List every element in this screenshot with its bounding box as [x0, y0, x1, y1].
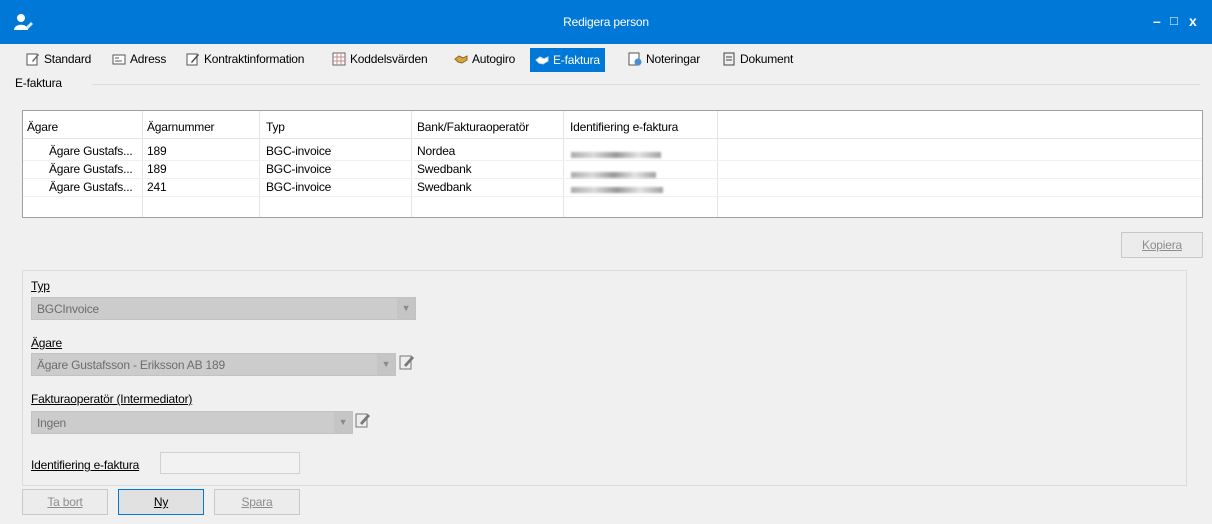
- cell-bank: Nordea: [417, 144, 456, 158]
- tab-label: Kontraktinformation: [204, 52, 305, 66]
- column-header-typ[interactable]: Typ: [266, 120, 285, 134]
- agare-label: Ägare: [31, 336, 63, 350]
- cell-type: BGC-invoice: [266, 144, 332, 158]
- typ-value: BGCInvoice: [37, 302, 100, 316]
- address-card-icon: [112, 54, 126, 65]
- chevron-down-icon[interactable]: ▼: [334, 412, 352, 433]
- tab-bar: Standard Adress Kontraktinformation Kodd…: [0, 44, 1212, 72]
- tab-kontraktinformation[interactable]: Kontraktinformation: [184, 48, 306, 70]
- cell-number: 189: [147, 162, 167, 176]
- copy-button[interactable]: Kopiera: [1121, 232, 1203, 258]
- delete-button[interactable]: Ta bort: [22, 489, 108, 515]
- window-title: Redigera person: [563, 15, 649, 29]
- empty-row[interactable]: [23, 196, 1202, 214]
- redacted-identifier: [571, 182, 663, 196]
- tab-label: Adress: [130, 52, 167, 66]
- title-bar: Redigera person – □ x: [0, 0, 1212, 44]
- identifiering-label: Identifiering e-faktura: [31, 458, 140, 472]
- cell-number: 241: [147, 180, 167, 194]
- column-header-identifiering[interactable]: Identifiering e-faktura: [570, 120, 678, 134]
- group-divider: [92, 84, 1200, 85]
- handshake-icon: [454, 55, 468, 64]
- tab-autogiro[interactable]: Autogiro: [452, 48, 517, 70]
- tab-noteringar[interactable]: Noteringar: [626, 48, 702, 70]
- new-button-label: Ny: [153, 495, 169, 509]
- tab-label: E-faktura: [553, 53, 600, 67]
- chevron-down-icon[interactable]: ▼: [377, 354, 395, 375]
- edit-pencil-icon[interactable]: [355, 412, 371, 428]
- column-header-bank[interactable]: Bank/Fakturaoperatör: [417, 120, 529, 134]
- agare-dropdown[interactable]: Ägare Gustafsson - Eriksson AB 189 ▼: [31, 353, 396, 376]
- delete-button-label: Ta bort: [47, 495, 83, 509]
- group-legend: E-faktura: [15, 76, 62, 90]
- handshake-icon: [535, 56, 549, 65]
- operator-label: Fakturaoperatör (Intermediator): [31, 392, 193, 406]
- new-button[interactable]: Ny: [118, 489, 204, 515]
- agare-value: Ägare Gustafsson - Eriksson AB 189: [37, 358, 225, 372]
- tab-e-faktura[interactable]: E-faktura: [530, 48, 605, 72]
- cell-type: BGC-invoice: [266, 180, 332, 194]
- redacted-identifier: [571, 147, 661, 161]
- tab-label: Standard: [44, 52, 92, 66]
- tab-label: Autogiro: [472, 52, 516, 66]
- column-header-agarnummer[interactable]: Ägarnummer: [147, 120, 215, 134]
- tab-label: Koddelsvärden: [350, 52, 428, 66]
- save-button-label: Spara: [241, 495, 273, 509]
- cell-type: BGC-invoice: [266, 162, 332, 176]
- maximize-button[interactable]: □: [1170, 13, 1178, 28]
- column-header-agare[interactable]: Ägare: [27, 120, 58, 134]
- cell-bank: Swedbank: [417, 162, 472, 176]
- chevron-down-icon[interactable]: ▼: [397, 298, 415, 319]
- typ-label: Typ: [31, 279, 50, 293]
- tab-label: Noteringar: [646, 52, 701, 66]
- minimize-button[interactable]: –: [1153, 13, 1161, 29]
- operator-dropdown[interactable]: Ingen ▼: [31, 411, 353, 434]
- e-faktura-grid[interactable]: Ägare Ägarnummer Typ Bank/Fakturaoperatö…: [22, 110, 1203, 218]
- cell-owner: Ägare Gustafs...: [49, 162, 133, 176]
- cell-owner: Ägare Gustafs...: [49, 180, 133, 194]
- tab-dokument[interactable]: Dokument: [720, 48, 795, 70]
- cell-number: 189: [147, 144, 167, 158]
- save-button[interactable]: Spara: [214, 489, 300, 515]
- document-icon: [723, 52, 735, 66]
- table-row[interactable]: Ägare Gustafs... 189 BGC-invoice Swedban…: [23, 160, 1202, 179]
- note-clock-icon: [628, 52, 642, 66]
- copy-button-label: Kopiera: [1142, 238, 1182, 252]
- tab-adress[interactable]: Adress: [110, 48, 168, 70]
- edit-doc-icon: [26, 53, 39, 66]
- contract-pen-icon: [186, 53, 199, 66]
- operator-value: Ingen: [37, 416, 67, 430]
- close-button[interactable]: x: [1189, 13, 1197, 29]
- typ-dropdown[interactable]: BGCInvoice ▼: [31, 297, 416, 320]
- tab-standard[interactable]: Standard: [24, 48, 93, 70]
- tab-label: Dokument: [740, 52, 794, 66]
- edit-pencil-icon[interactable]: [399, 354, 415, 370]
- identifiering-input[interactable]: [160, 452, 300, 474]
- grid-header: Ägare Ägarnummer Typ Bank/Fakturaoperatö…: [23, 111, 1202, 139]
- table-row[interactable]: Ägare Gustafs... 189 BGC-invoice Nordea: [23, 142, 1202, 161]
- table-row[interactable]: Ägare Gustafs... 241 BGC-invoice Swedban…: [23, 178, 1202, 197]
- cell-owner: Ägare Gustafs...: [49, 144, 133, 158]
- tab-koddelsvarden[interactable]: Koddelsvärden: [330, 48, 429, 70]
- cell-bank: Swedbank: [417, 180, 472, 194]
- grid-table-icon: [332, 52, 346, 66]
